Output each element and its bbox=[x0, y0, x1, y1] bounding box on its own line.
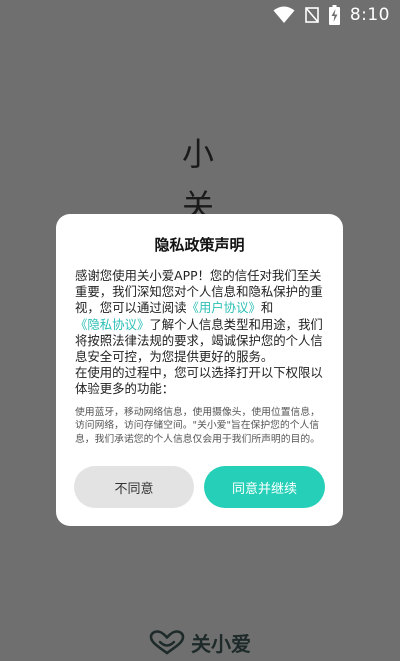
privacy-agreement-link[interactable]: 《隐私协议》 bbox=[75, 317, 149, 332]
agree-continue-button[interactable]: 同意并继续 bbox=[204, 466, 325, 508]
user-agreement-link[interactable]: 《用户协议》 bbox=[187, 300, 261, 315]
dialog-title: 隐私政策声明 bbox=[154, 236, 245, 254]
no-signal-icon bbox=[305, 7, 319, 23]
decline-button[interactable]: 不同意 bbox=[74, 466, 194, 508]
status-bar: 8:10 bbox=[0, 0, 400, 34]
app-title-char-1: 小 bbox=[181, 135, 214, 173]
brand-name: 关小爱 bbox=[191, 632, 251, 656]
heart-logo-icon bbox=[149, 629, 185, 654]
wifi-icon bbox=[273, 6, 295, 23]
body-and-text: 和 bbox=[260, 300, 274, 316]
body-permission-intro: 在使用的过程中，您可以选择打开以下权限以体验更多的功能： bbox=[75, 365, 323, 397]
brand-footer: 关小爱 bbox=[0, 628, 400, 657]
dialog-main-text: 感谢您使用关小爱APP！您的信任对我们至关重要，我们深知您对个人信息和隐私保护的… bbox=[75, 268, 327, 398]
battery-charging-icon bbox=[328, 5, 340, 25]
status-time: 8:10 bbox=[349, 5, 390, 25]
privacy-dialog: 隐私政策声明 感谢您使用关小爱APP！您的信任对我们至关重要，我们深知您对个人信… bbox=[56, 214, 343, 526]
permissions-text: 使用蓝牙，移动网络信息，使用摄像头，使用位置信息，访问网络，访问存储空间。"关小… bbox=[75, 406, 320, 445]
status-icons: 8:10 bbox=[273, 5, 390, 25]
dialog-body: 感谢您使用关小爱APP！您的信任对我们至关重要，我们深知您对个人信息和隐私保护的… bbox=[75, 268, 327, 446]
